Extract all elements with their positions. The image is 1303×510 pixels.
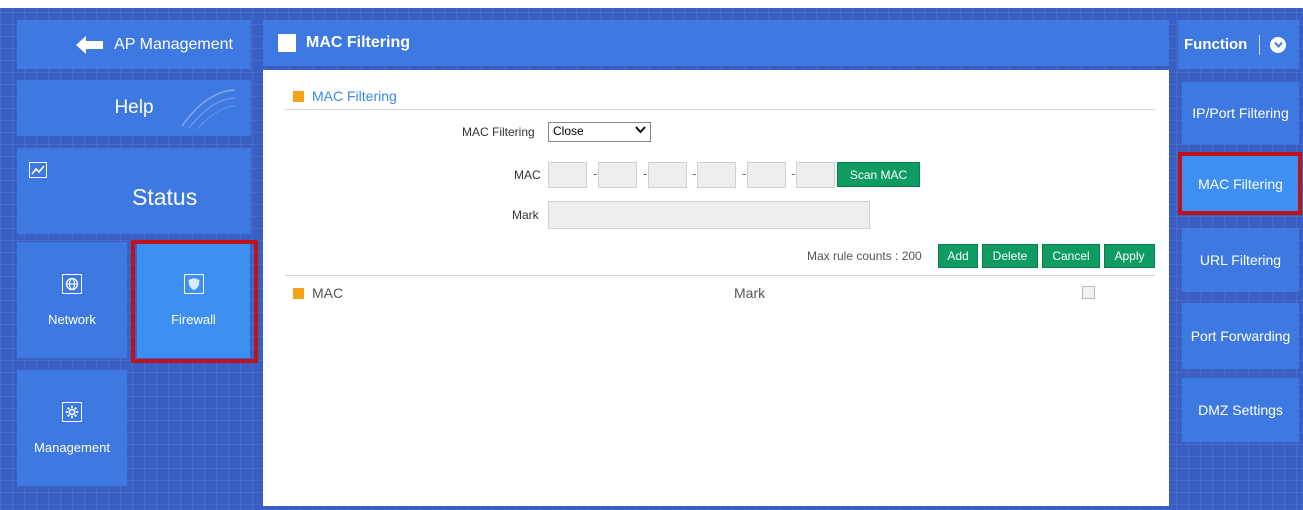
ap-management-button[interactable]: AP Management xyxy=(17,20,251,69)
mark-input[interactable] xyxy=(548,201,870,229)
mac-separator: - xyxy=(692,166,697,181)
panel-header-title: MAC Filtering xyxy=(306,34,410,51)
chevron-down-icon xyxy=(635,125,646,138)
mac-separator: - xyxy=(742,166,747,181)
panel-header: MAC Filtering xyxy=(263,20,1169,66)
square-icon xyxy=(278,34,296,52)
help-tile[interactable]: Help xyxy=(17,80,251,136)
max-rule-counts: Max rule counts : 200 xyxy=(807,249,922,263)
mac-octet-6-input[interactable] xyxy=(796,162,835,188)
mac-filtering-highlight-frame xyxy=(1178,152,1302,215)
top-border xyxy=(0,0,1303,8)
table-header-mac-label: MAC xyxy=(312,285,344,301)
function-menu-button[interactable]: Function xyxy=(1178,20,1299,69)
status-tile[interactable]: Status xyxy=(17,148,251,234)
mac-filtering-select[interactable]: Close xyxy=(548,122,651,142)
orange-square-icon xyxy=(293,287,304,299)
help-label: Help xyxy=(114,97,154,118)
mac-separator: - xyxy=(593,166,598,181)
divider xyxy=(285,275,1155,276)
mac-separator: - xyxy=(791,166,796,181)
function-divider xyxy=(1259,34,1261,55)
mac-octet-2-input[interactable] xyxy=(598,162,637,188)
nav-port-forwarding-label: Port Forwarding xyxy=(1190,328,1291,344)
mark-label: Mark xyxy=(512,208,539,222)
nav-dmz-settings-label: DMZ Settings xyxy=(1198,402,1283,418)
swoosh-icon xyxy=(181,89,236,130)
apply-button[interactable]: Apply xyxy=(1104,244,1155,268)
mac-octet-5-input[interactable] xyxy=(747,162,786,188)
firewall-highlight-frame xyxy=(131,240,258,363)
status-label: Status xyxy=(132,184,198,210)
management-tile[interactable]: Management xyxy=(17,370,127,486)
nav-dmz-settings[interactable]: DMZ Settings xyxy=(1182,378,1299,442)
table-header-mark-label: Mark xyxy=(734,285,766,301)
section-title-label: MAC Filtering xyxy=(312,88,397,104)
mac-label: MAC xyxy=(514,168,541,182)
mac-filtering-selected-value: Close xyxy=(553,124,584,138)
table-header-mark: Mark xyxy=(734,285,765,301)
scan-mac-button[interactable]: Scan MAC xyxy=(837,162,920,187)
globe-icon xyxy=(62,273,82,294)
divider xyxy=(285,109,1155,110)
chart-icon xyxy=(29,162,47,178)
select-all-checkbox[interactable] xyxy=(1082,286,1095,299)
orange-square-icon xyxy=(293,90,304,102)
mac-octet-1-input[interactable] xyxy=(548,162,587,188)
network-tile[interactable]: Network xyxy=(17,242,127,358)
gear-icon xyxy=(62,401,82,422)
add-button[interactable]: Add xyxy=(938,244,978,268)
mac-separator: - xyxy=(643,166,648,181)
chevron-down-circle-icon xyxy=(1270,36,1287,53)
function-label: Function xyxy=(1184,36,1248,53)
nav-ip-port-filtering-label: IP/Port Filtering xyxy=(1192,105,1289,121)
section-title: MAC Filtering xyxy=(293,88,397,104)
delete-button[interactable]: Delete xyxy=(982,244,1038,268)
mac-octet-3-input[interactable] xyxy=(648,162,687,188)
cancel-button[interactable]: Cancel xyxy=(1042,244,1100,268)
mac-octet-4-input[interactable] xyxy=(697,162,736,188)
back-arrow-icon xyxy=(76,35,104,54)
management-label: Management xyxy=(34,439,110,455)
ap-management-label: AP Management xyxy=(114,35,233,53)
mac-filtering-panel: MAC Filtering MAC Filtering Close MAC - … xyxy=(263,70,1169,506)
table-header-mac: MAC xyxy=(293,285,343,301)
network-label: Network xyxy=(48,311,96,327)
mac-filtering-label: MAC Filtering xyxy=(462,125,535,139)
nav-ip-port-filtering[interactable]: IP/Port Filtering xyxy=(1182,82,1299,144)
nav-url-filtering[interactable]: URL Filtering xyxy=(1182,228,1299,292)
nav-url-filtering-label: URL Filtering xyxy=(1199,252,1282,268)
nav-port-forwarding[interactable]: Port Forwarding xyxy=(1182,303,1299,369)
